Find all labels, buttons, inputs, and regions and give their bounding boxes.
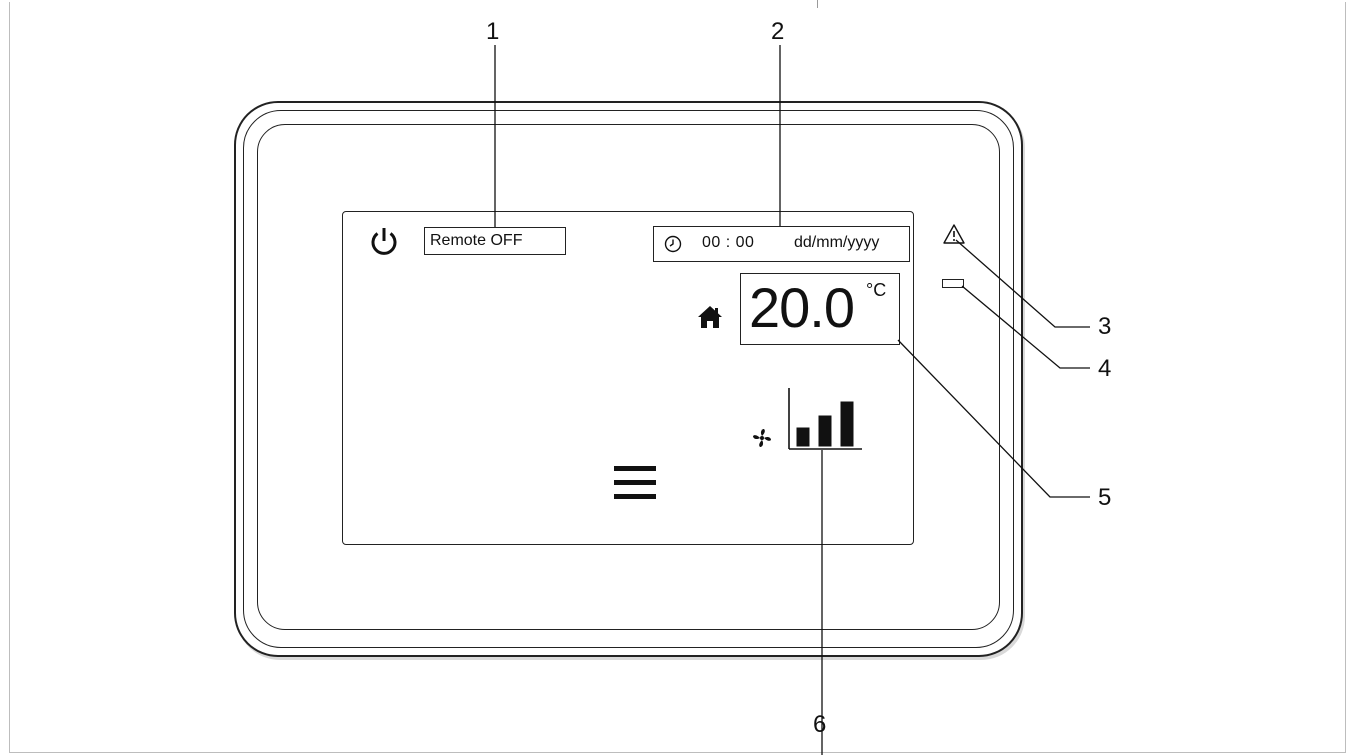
temperature-box[interactable]: 20.0 °C: [740, 273, 900, 345]
status-led: [942, 279, 964, 288]
home-icon: [698, 306, 722, 328]
remote-status-text: Remote OFF: [430, 232, 523, 249]
fan-speed-indicator[interactable]: [788, 388, 862, 450]
menu-icon[interactable]: [614, 466, 656, 500]
temperature-value: 20.0: [749, 276, 855, 339]
clock-icon: [664, 235, 682, 253]
callout-4: 4: [1098, 355, 1112, 382]
temperature-unit: °C: [866, 280, 887, 300]
fan-speed-bar-3: [840, 401, 854, 447]
callout-3: 3: [1098, 313, 1112, 340]
clock-date-box[interactable]: 00 : 00 dd/mm/yyyy: [653, 226, 910, 262]
fan-speed-bar-1: [796, 427, 810, 447]
remote-status-box: Remote OFF: [424, 227, 566, 255]
fan-speed-bar-2: [818, 415, 832, 447]
callout-2: 2: [771, 18, 785, 45]
callout-6: 6: [813, 711, 827, 738]
callout-1: 1: [486, 18, 500, 45]
power-icon[interactable]: [367, 225, 401, 259]
time-display: 00 : 00: [702, 234, 755, 251]
fan-icon: [753, 429, 771, 447]
callout-5: 5: [1098, 484, 1112, 511]
top-tick: [817, 0, 818, 8]
warning-icon: [943, 224, 965, 244]
date-display: dd/mm/yyyy: [794, 234, 880, 251]
